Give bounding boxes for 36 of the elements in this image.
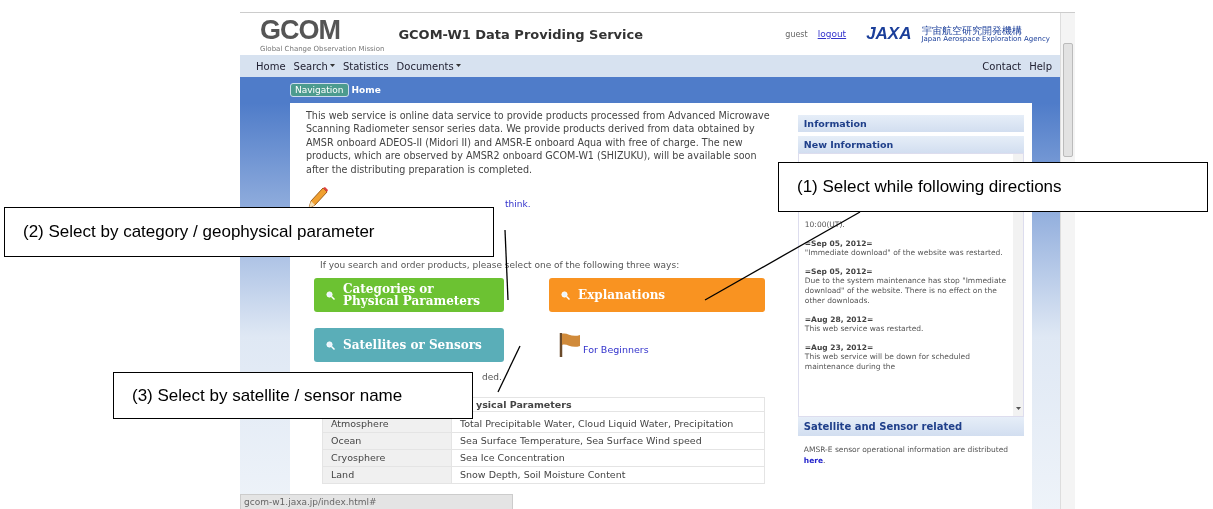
flag-icon [559, 332, 581, 359]
beginners-link[interactable]: For Beginners [583, 343, 649, 355]
callout-label: (1) Select while following directions [778, 162, 1208, 212]
table-cell: Sea Ice Concentration [451, 449, 765, 467]
caret-icon [329, 63, 335, 67]
logout-link[interactable]: logout [817, 29, 847, 39]
table-cell: Sea Surface Temperature, Sea Surface Wind speed [451, 432, 765, 450]
note-text: ded. [482, 372, 503, 383]
nav-item[interactable]: Contact [982, 60, 1022, 72]
search-icon [326, 340, 335, 350]
panel-header: Information [797, 115, 1024, 132]
nav-item[interactable]: Help [1029, 60, 1052, 72]
site-title: GCOM-W1 Data Providing Service [398, 26, 645, 42]
callout-label: (3) Select by satellite / sensor name [113, 372, 473, 419]
panel-header: Satellite and Sensor related [797, 417, 1024, 436]
scroll-down-icon [1015, 407, 1021, 410]
status-bar: gcom-w1.jaxa.jp/index.html# [240, 494, 513, 509]
nav-item[interactable]: Documents [396, 60, 461, 72]
breadcrumb-label: Navigation [290, 83, 349, 97]
callout-label: (2) Select by category / geophysical parameter [4, 207, 494, 257]
panel-header: New Information [797, 136, 1024, 153]
scroll-thumb[interactable] [1063, 43, 1073, 157]
search-icon [561, 290, 570, 300]
logo-text: GCOM [260, 15, 341, 45]
breadcrumb-item[interactable]: Home [351, 85, 381, 95]
intro-paragraph: This web service is online data service to provide products processed from Advanced Microwave Scanning Radiometer sensor series data. We provide products derived from data obtained by AMSR onboard ADEOS-II (Midori II) and AMSR-E onboard Aqua with free of charge. The new products, which are observed by AMSR2 onboard GCOM-W1 (SHIZUKU), will be available soon after the distributing preparation is completed. [306, 109, 771, 177]
caret-icon [455, 63, 461, 67]
nav-item[interactable]: Statistics [342, 60, 389, 72]
help-link[interactable]: think. [505, 199, 531, 210]
nav-item[interactable]: Search [293, 60, 335, 72]
nav-item[interactable]: Home [256, 60, 286, 72]
agency-name: 宇宙航空研究開発機構 [921, 24, 1023, 36]
agency-logo: JAXA [866, 24, 912, 44]
table-cell: Snow Depth, Soil Moisture Content [451, 466, 765, 484]
search-icon [326, 290, 335, 300]
user-name: guest [785, 29, 808, 39]
